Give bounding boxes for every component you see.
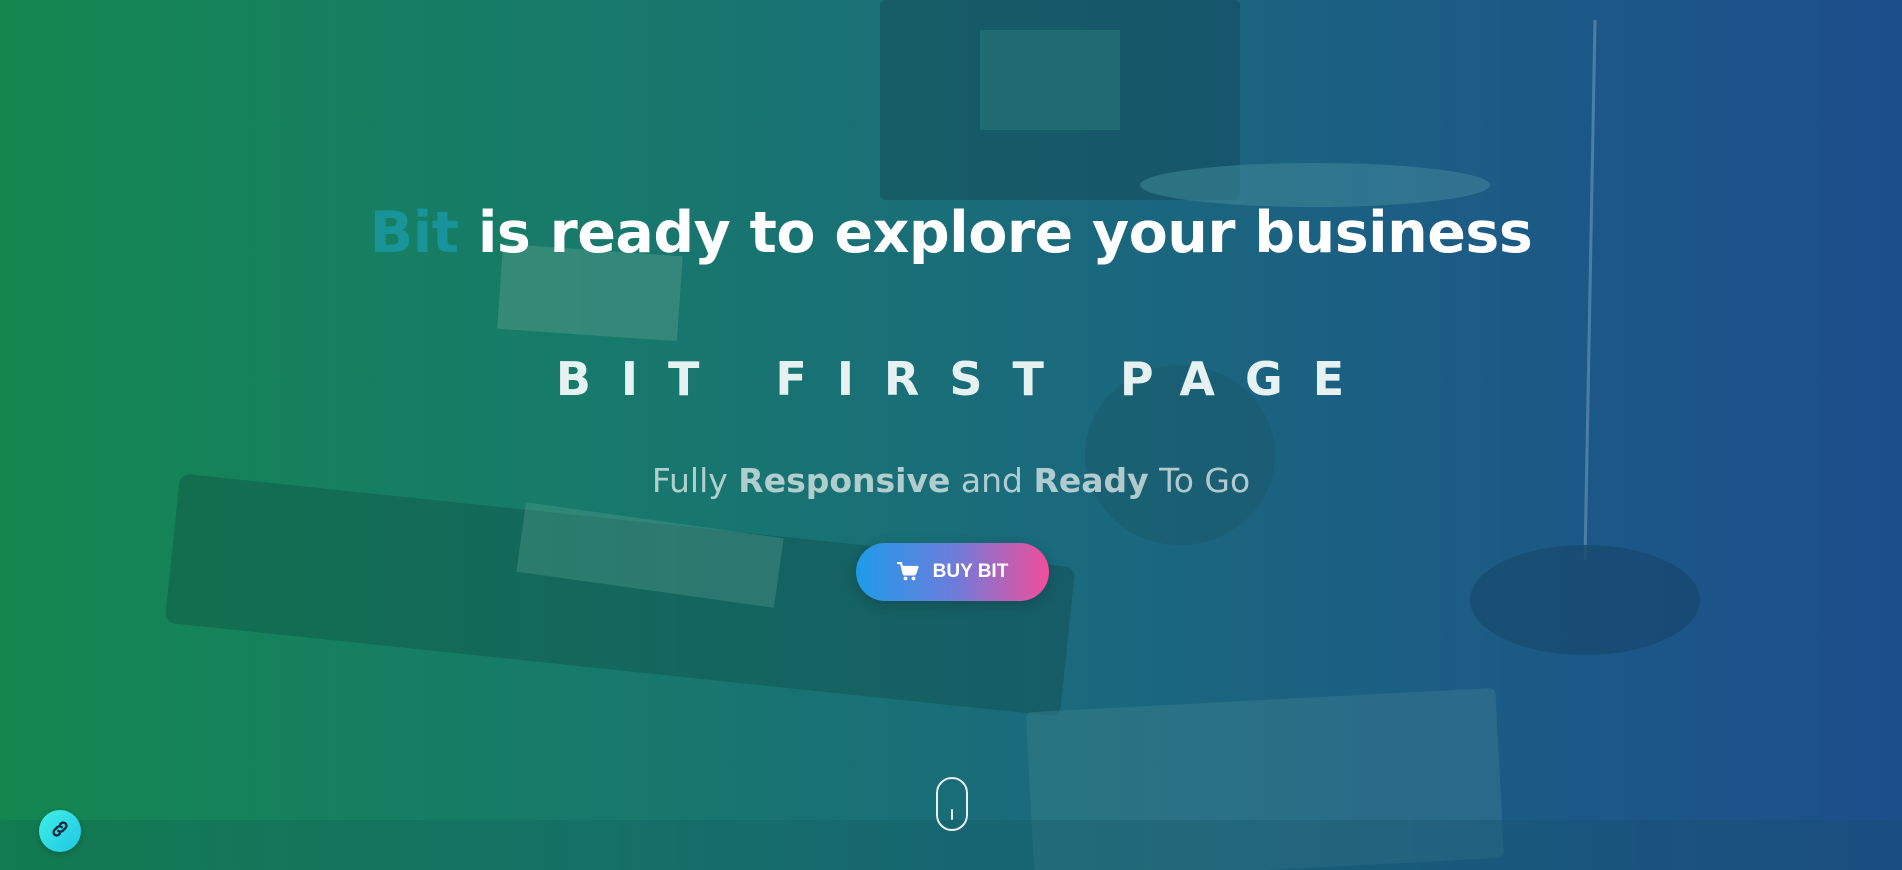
link-floating-button[interactable]	[39, 810, 81, 852]
hero-section: Bit is ready to explore your business BI…	[0, 0, 1902, 870]
background-photo	[0, 0, 1902, 870]
hero-tagline: Fully Responsive and Ready To Go	[0, 461, 1902, 500]
hero-headline: Bit is ready to explore your business	[0, 200, 1902, 266]
headline-brand: Bit	[369, 200, 459, 266]
buy-button[interactable]: BUY BIT	[856, 543, 1049, 601]
tagline-part: and	[950, 461, 1034, 500]
hero-subtitle: BIT FIRST PAGE	[555, 352, 1375, 406]
tagline-emphasis: Responsive	[738, 461, 951, 500]
tagline-part: To Go	[1148, 461, 1251, 500]
cart-icon	[896, 562, 919, 582]
tagline-emphasis: Ready	[1033, 461, 1149, 500]
headline-text: is ready to explore your business	[458, 200, 1533, 266]
link-icon	[50, 819, 70, 844]
buy-button-label: BUY BIT	[932, 561, 1009, 582]
tagline-part: Fully	[651, 461, 739, 500]
mouse-wheel	[951, 809, 953, 820]
mouse-scroll-icon[interactable]	[936, 777, 968, 831]
